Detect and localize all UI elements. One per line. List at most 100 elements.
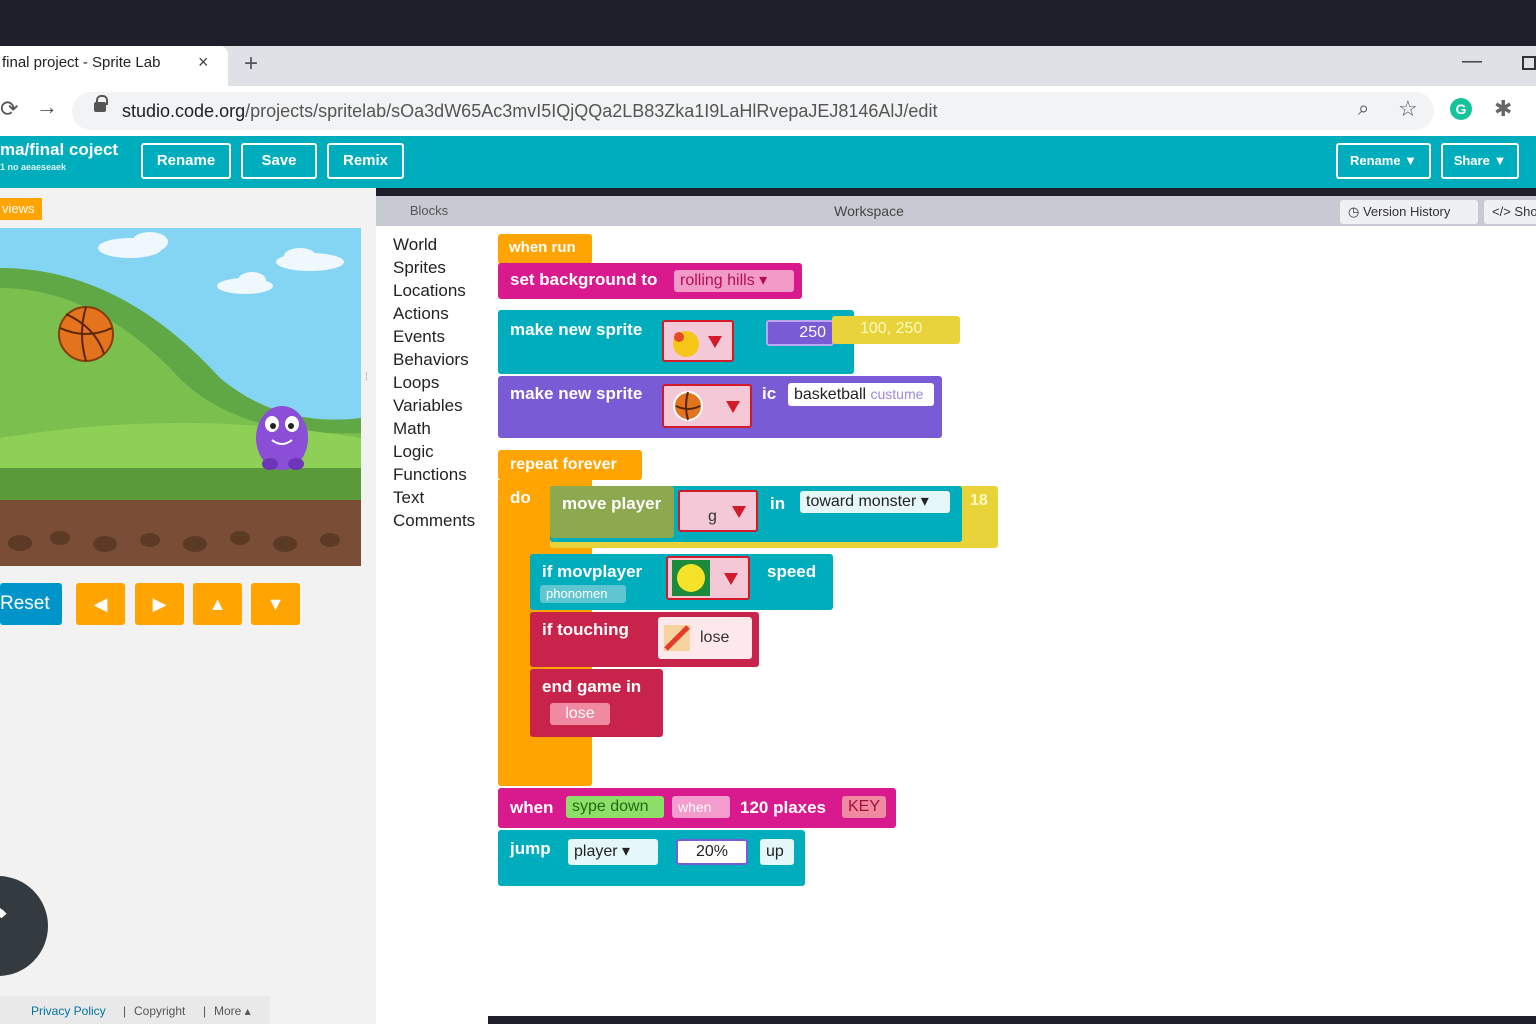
costume-name-field[interactable]: basketball custume [788,383,934,406]
move-player-label: move player [562,494,662,513]
repeat-forever-block[interactable]: repeat forever [498,450,642,480]
footer-separator: | [123,1004,127,1018]
end-game-block[interactable]: end game in lose [530,669,663,737]
category-world[interactable]: World [393,235,437,255]
lock-icon [94,95,108,112]
workspace[interactable]: Workspace ◷ Version History </> Sho when… [482,196,1536,1016]
project-subtitle: 1 no aeaeseaek [0,162,67,172]
make-sprite-2-in: ic [762,384,777,403]
costume-name: basketball [794,386,867,403]
url-input[interactable]: studio.code.org/projects/spritelab/sOa3d… [72,92,1434,130]
minimize-icon[interactable]: — [1462,50,1482,73]
save-button[interactable]: Save [241,143,317,179]
zoom-icon[interactable]: ⌕ [1358,98,1369,121]
jump-sprite-dropdown[interactable]: player ▾ [568,839,658,865]
sprite-number-field[interactable]: 250 [766,320,834,346]
move-in-label: in [770,494,786,513]
chick-icon [673,331,699,357]
sype-down-dropdown[interactable]: sype down [566,796,664,818]
category-logic[interactable]: Logic [393,442,434,462]
touching-value: lose [700,629,730,646]
floating-headset-icon[interactable] [0,872,48,980]
costume-dropdown-1[interactable] [662,320,734,362]
costume-dropdown-2[interactable] [662,384,752,428]
version-history-button[interactable]: ◷ Version History [1340,200,1478,224]
make-sprite-block-2[interactable]: make new sprite ic basketball custume [498,376,942,438]
jump-block[interactable]: jump player ▾ 20% up [498,830,805,886]
reviews-tab[interactable]: views [0,198,42,220]
toward-value: toward monster [806,493,917,510]
toward-dropdown[interactable]: toward monster ▾ [800,491,950,513]
right-arrow-button[interactable]: ▶ [135,583,184,625]
touching-dropdown[interactable]: lose [658,617,752,659]
jump-percent-field[interactable]: 20% [676,839,748,865]
category-math[interactable]: Math [393,419,431,439]
browser-tab[interactable]: final project - Sprite Lab × [0,46,228,86]
grammarly-extension-icon[interactable]: G [1450,98,1472,120]
costume-suffix: custume [870,386,924,402]
move-player-block[interactable]: move player g in toward monster ▾ [550,486,962,542]
background-dropdown[interactable]: rolling hills ▾ [674,270,794,292]
new-tab-icon[interactable]: + [244,50,258,78]
if-movplayer-block[interactable]: if movplayer phonomen speed [530,554,833,610]
category-loops[interactable]: Loops [393,373,439,393]
tab-close-icon[interactable]: × [198,52,209,73]
toolbox: Blocks World Sprites Locations Actions E… [376,196,488,1024]
category-events[interactable]: Events [393,327,445,347]
make-sprite-block-1[interactable]: make new sprite 250 [498,310,854,374]
monster-sprite [256,406,308,470]
when-ghost-field: when [672,796,730,818]
toolbox-header: Blocks [376,196,482,226]
category-locations[interactable]: Locations [393,281,466,301]
show-code-button[interactable]: </> Sho [1484,200,1536,224]
basketball-sprite [58,306,114,362]
when-event-block[interactable]: when sype down when 120 plaxes KEY [498,788,896,828]
app-header: ma/final coject 1 no aeaeseaek Rename Sa… [0,136,1536,188]
category-comments[interactable]: Comments [393,511,475,531]
share-button[interactable]: Share ▼ [1441,143,1519,179]
left-arrow-button[interactable]: ◀ [76,583,125,625]
category-variables[interactable]: Variables [393,396,463,416]
workspace-header: Workspace ◷ Version History </> Sho [482,196,1536,226]
phonomen-field[interactable]: phonomen [540,585,626,603]
jump-direction-field[interactable]: up [760,839,794,865]
move-sprite-dropdown[interactable]: g [678,490,758,532]
category-behaviors[interactable]: Behaviors [393,350,469,370]
panel-resize-handle[interactable]: ⁞ [365,372,371,388]
url-text: studio.code.org/projects/spritelab/sOa3d… [122,101,937,122]
key-field[interactable]: KEY [842,796,886,818]
bookmark-star-icon[interactable]: ☆ [1398,96,1418,122]
game-stage[interactable] [0,228,361,566]
copyright-link[interactable]: Copyright [134,1004,185,1018]
privacy-policy-link[interactable]: Privacy Policy [31,1004,106,1018]
if-sprite-dropdown[interactable] [666,556,750,600]
location-value: 100, 250 [860,320,923,337]
reload-icon[interactable]: ⟳ [0,96,18,122]
stage-panel: views Reset ◀ ▶ ▲ ▼ Privacy Policy | Cop… [0,188,376,1024]
rename-dropdown-button[interactable]: Rename ▼ [1336,143,1431,179]
plaxes-label: 120 plaxes [740,798,827,817]
when-run-block[interactable]: when run [498,234,592,264]
location-block[interactable]: 100, 250 [832,316,960,344]
jump-label: jump [510,839,551,858]
up-arrow-button[interactable]: ▲ [193,583,242,625]
footer-links: Privacy Policy | Copyright | More ▴ [0,996,270,1024]
end-game-value[interactable]: lose [550,703,610,725]
reset-button[interactable]: Reset [0,583,62,625]
set-background-block[interactable]: set background to rolling hills ▾ [498,263,802,299]
remix-button[interactable]: Remix [327,143,404,179]
share-label: Share [1453,153,1490,168]
more-link[interactable]: More ▴ [214,1004,251,1018]
if-touching-block[interactable]: if touching lose [530,612,759,667]
forward-icon[interactable]: → [36,94,58,120]
category-sprites[interactable]: Sprites [393,258,446,278]
maximize-icon[interactable] [1522,56,1536,70]
address-bar-row: ⟳ → studio.code.org/projects/spritelab/s… [0,86,1536,136]
down-arrow-button[interactable]: ▼ [251,583,300,625]
show-code-label: Sho [1514,204,1536,219]
extensions-icon[interactable]: ✱ [1494,96,1512,122]
category-actions[interactable]: Actions [393,304,449,324]
rename-button[interactable]: Rename [141,143,231,179]
category-text[interactable]: Text [393,488,424,508]
category-functions[interactable]: Functions [393,465,467,485]
